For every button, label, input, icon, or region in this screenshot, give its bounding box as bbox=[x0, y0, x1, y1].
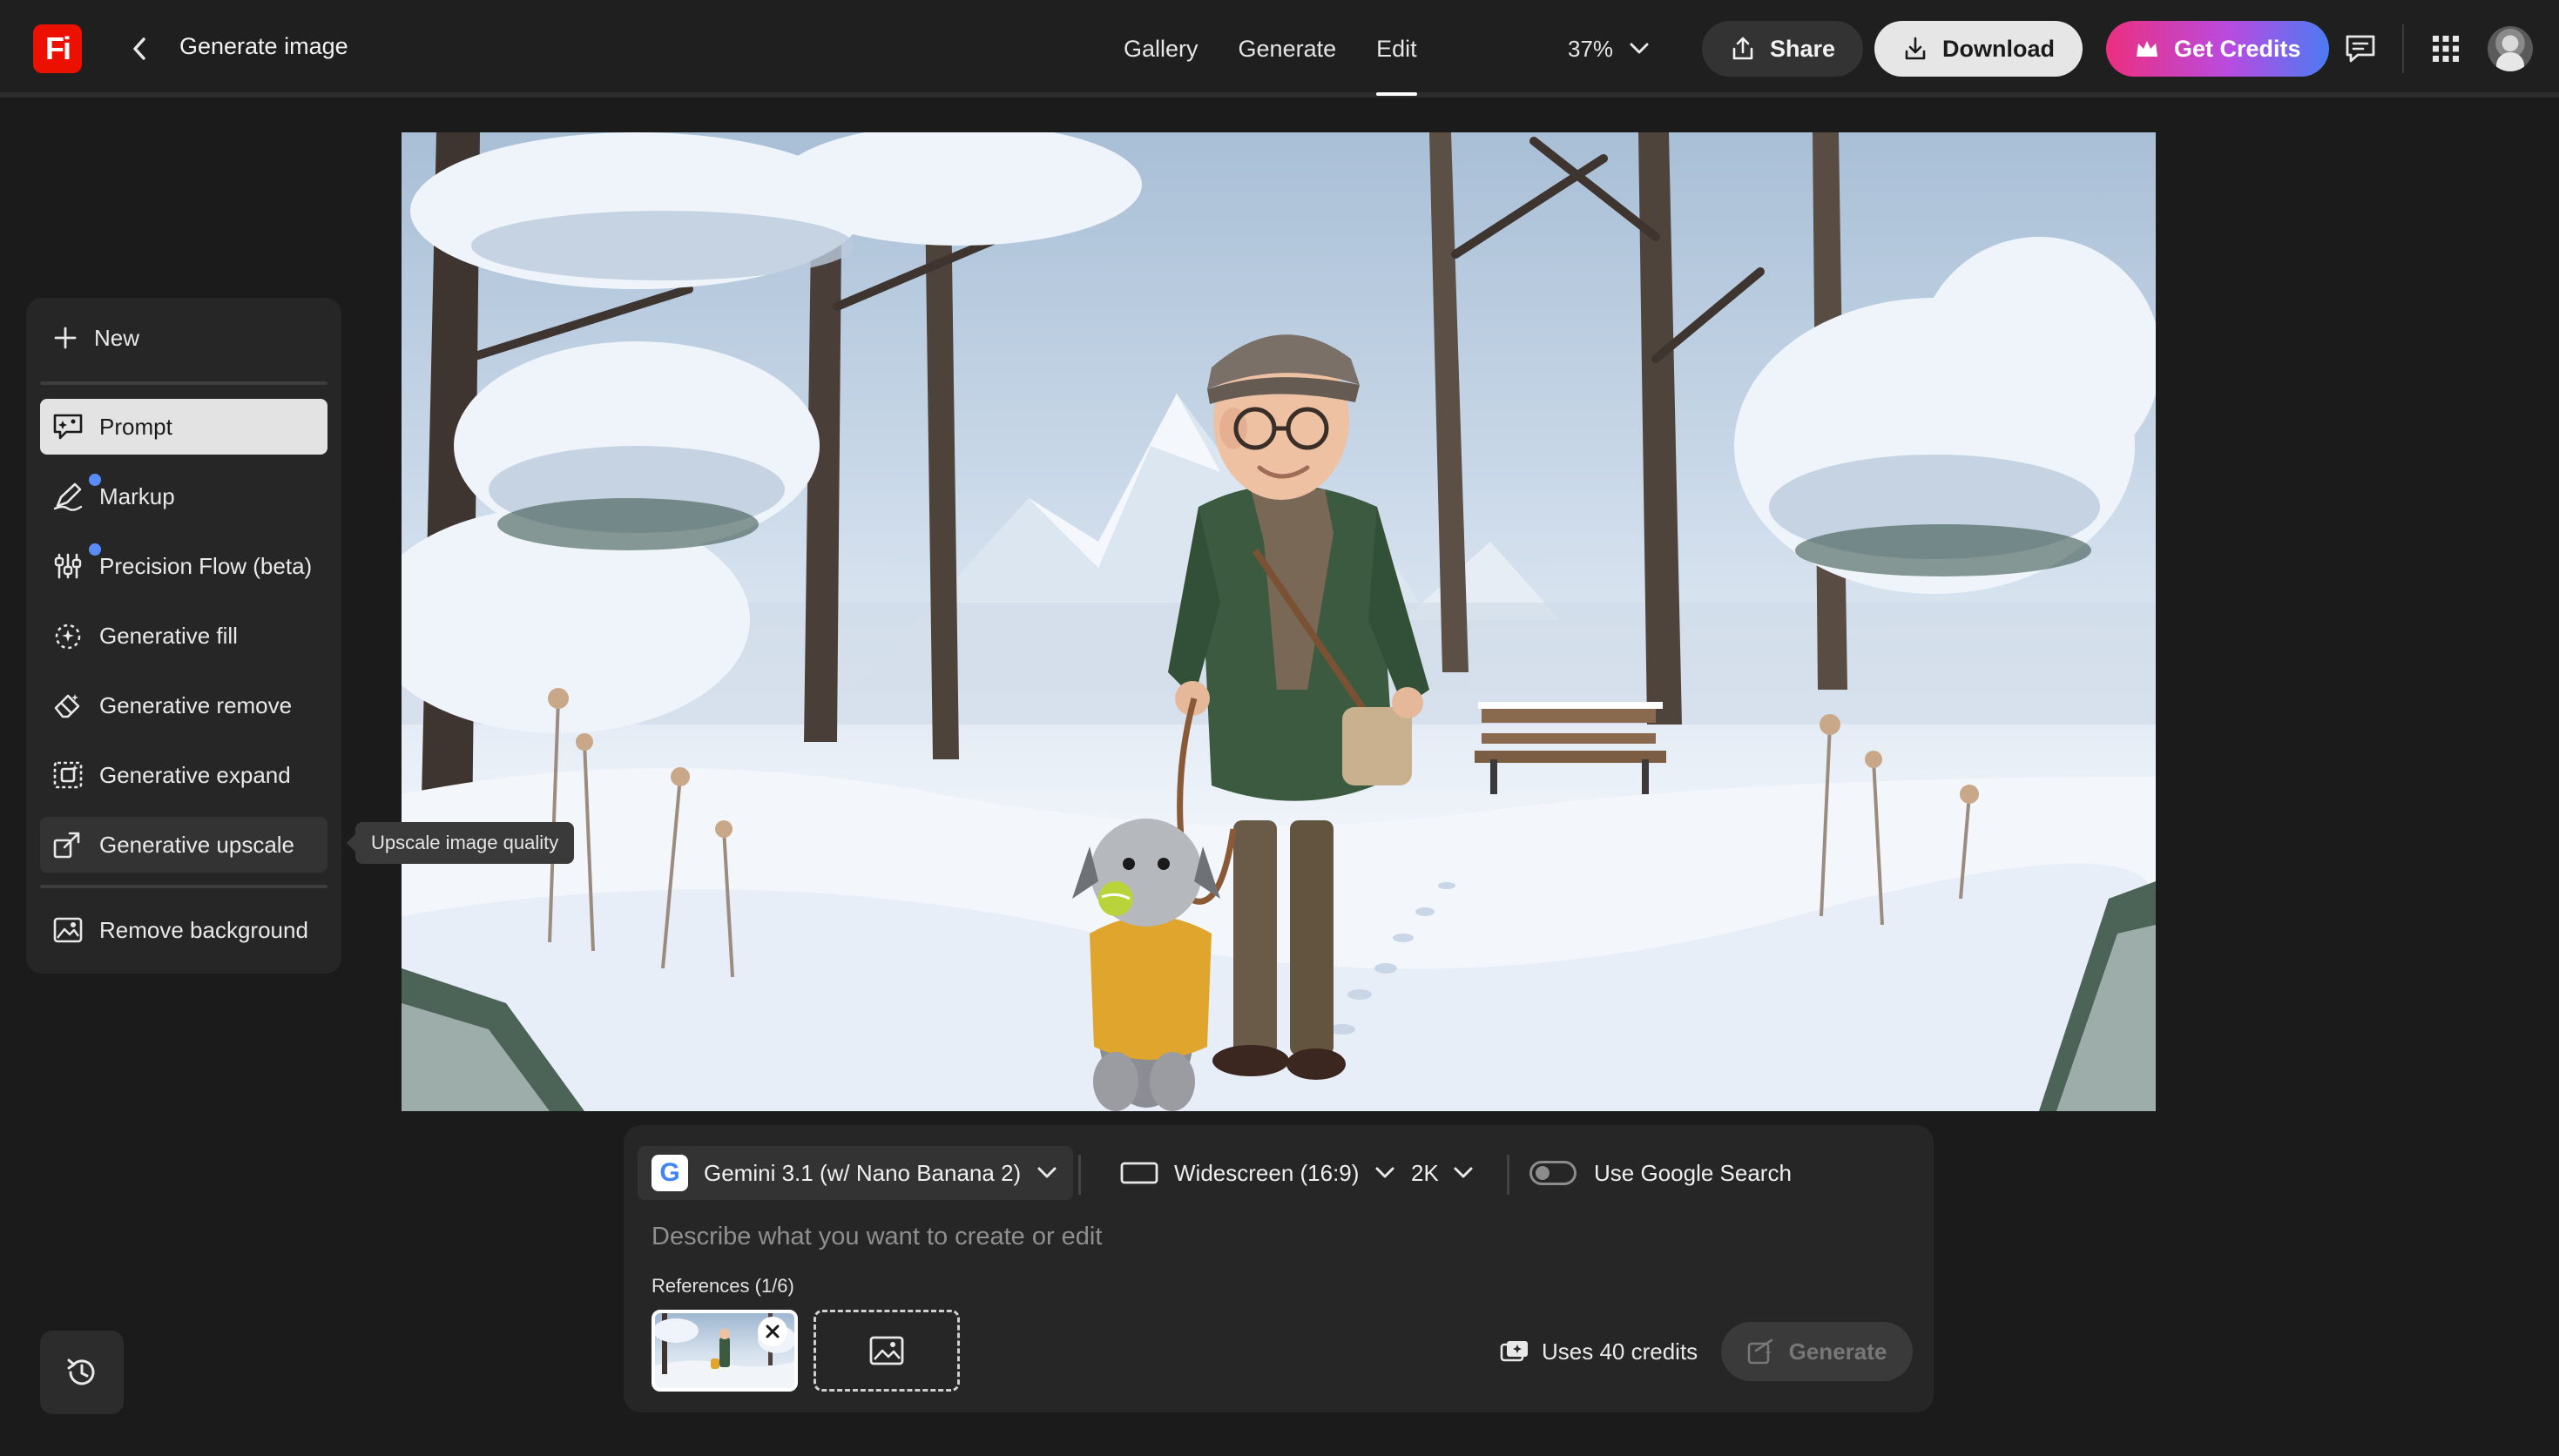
history-button[interactable] bbox=[40, 1331, 124, 1414]
tool-precision-flow[interactable]: Precision Flow (beta) bbox=[40, 538, 327, 594]
history-icon bbox=[67, 1358, 95, 1385]
tool-panel: New Prompt Markup Precision Flow (beta) bbox=[26, 298, 341, 974]
zoom-level: 37% bbox=[1568, 35, 1614, 62]
remove-reference-button[interactable] bbox=[758, 1317, 787, 1346]
page-title: Generate image bbox=[179, 33, 348, 59]
zoom-select[interactable]: 37% bbox=[1568, 26, 1650, 71]
tool-remove-background[interactable]: Remove background bbox=[40, 902, 327, 958]
tool-label: Generative remove bbox=[99, 691, 293, 718]
widescreen-icon bbox=[1120, 1162, 1158, 1184]
eraser-icon bbox=[54, 694, 80, 718]
chevron-down-icon bbox=[1454, 1167, 1473, 1178]
model-select[interactable]: G Gemini 3.1 (w/ Nano Banana 2) bbox=[638, 1146, 1074, 1200]
plus-icon bbox=[54, 327, 77, 349]
apps-button[interactable] bbox=[2423, 26, 2468, 71]
chevron-down-icon bbox=[1375, 1167, 1394, 1178]
panel-divider bbox=[1507, 1155, 1509, 1195]
back-button[interactable] bbox=[122, 30, 157, 68]
tool-label: Generative fill bbox=[99, 622, 238, 649]
feedback-button[interactable] bbox=[2338, 26, 2383, 71]
upscale-tooltip: Upscale image quality bbox=[346, 822, 575, 864]
google-search-toggle-row[interactable]: Use Google Search bbox=[1529, 1146, 1792, 1200]
generate-button[interactable]: Generate bbox=[1721, 1322, 1913, 1381]
tool-label: Generative expand bbox=[99, 761, 291, 788]
new-label: New bbox=[94, 324, 140, 351]
share-label: Share bbox=[1770, 35, 1836, 62]
upscale-icon bbox=[53, 832, 80, 859]
image-icon bbox=[869, 1336, 904, 1365]
user-avatar[interactable] bbox=[2488, 26, 2533, 71]
references-label: References (1/6) bbox=[652, 1275, 794, 1297]
aspect-ratio-select[interactable]: Widescreen (16:9) bbox=[1120, 1146, 1395, 1200]
canvas-image[interactable] bbox=[402, 132, 2156, 1111]
add-reference-button[interactable] bbox=[814, 1310, 960, 1392]
tool-divider bbox=[40, 381, 327, 385]
share-icon bbox=[1732, 37, 1753, 60]
tool-label: Remove background bbox=[99, 916, 308, 943]
download-icon bbox=[1905, 37, 1926, 60]
credits-text: Uses 40 credits bbox=[1542, 1338, 1698, 1365]
generate-icon bbox=[1747, 1338, 1772, 1365]
markup-icon bbox=[53, 482, 83, 511]
close-icon bbox=[766, 1325, 780, 1338]
comment-icon bbox=[2346, 35, 2375, 63]
google-search-label: Use Google Search bbox=[1594, 1159, 1792, 1186]
tool-markup[interactable]: Markup bbox=[40, 468, 327, 524]
resolution-select[interactable]: 2K bbox=[1411, 1146, 1474, 1200]
new-button[interactable]: New bbox=[40, 310, 327, 366]
chevron-down-icon bbox=[1037, 1167, 1057, 1178]
get-credits-label: Get Credits bbox=[2174, 35, 2301, 62]
aspect-ratio-label: Widescreen (16:9) bbox=[1174, 1159, 1360, 1186]
tool-label: Precision Flow (beta) bbox=[99, 552, 313, 579]
expand-icon bbox=[53, 761, 83, 789]
tool-generative-upscale[interactable]: Generative upscale bbox=[40, 817, 327, 873]
tool-label: Generative upscale bbox=[99, 831, 295, 858]
chevron-down-icon bbox=[1630, 43, 1649, 54]
chevron-left-icon bbox=[133, 37, 145, 60]
tool-generative-expand[interactable]: Generative expand bbox=[40, 747, 327, 803]
remove-background-icon bbox=[53, 917, 83, 943]
generative-fill-icon bbox=[55, 624, 81, 650]
tab-edit[interactable]: Edit bbox=[1376, 0, 1417, 98]
tool-divider bbox=[40, 885, 327, 888]
credits-icon bbox=[1500, 1341, 1528, 1362]
google-search-toggle[interactable] bbox=[1529, 1161, 1577, 1185]
crown-icon bbox=[2137, 41, 2157, 57]
main-nav: Gallery Generate Edit bbox=[1124, 0, 1457, 98]
google-logo-icon: G bbox=[652, 1155, 688, 1191]
snowy-forest-scene bbox=[402, 132, 2156, 1111]
new-feature-dot bbox=[89, 474, 101, 486]
prompt-input[interactable] bbox=[652, 1212, 1906, 1261]
model-name: Gemini 3.1 (w/ Nano Banana 2) bbox=[704, 1159, 1022, 1186]
tool-label: Markup bbox=[99, 482, 175, 509]
tool-generative-remove[interactable]: Generative remove bbox=[40, 677, 327, 733]
tab-generate[interactable]: Generate bbox=[1239, 0, 1337, 98]
download-button[interactable]: Download bbox=[1874, 21, 2083, 77]
apps-grid-icon bbox=[2433, 36, 2459, 62]
generate-label: Generate bbox=[1788, 1338, 1887, 1365]
tool-label: Prompt bbox=[99, 413, 172, 440]
prompt-panel: G Gemini 3.1 (w/ Nano Banana 2) Widescre… bbox=[624, 1125, 1934, 1412]
download-label: Download bbox=[1942, 35, 2055, 62]
park-bench bbox=[1475, 702, 1666, 794]
firefly-logo-icon[interactable]: Fi bbox=[33, 24, 82, 73]
sliders-icon bbox=[54, 553, 82, 579]
credits-info: Uses 40 credits bbox=[1500, 1331, 1698, 1372]
share-button[interactable]: Share bbox=[1702, 21, 1864, 77]
tool-generative-fill[interactable]: Generative fill bbox=[40, 608, 327, 664]
top-bar: Fi Generate image Gallery Generate Edit … bbox=[0, 0, 2559, 98]
prompt-icon bbox=[53, 414, 83, 440]
panel-divider bbox=[1078, 1155, 1081, 1195]
new-feature-dot bbox=[89, 543, 101, 556]
resolution-label: 2K bbox=[1411, 1159, 1439, 1186]
top-divider bbox=[2402, 24, 2404, 73]
get-credits-button[interactable]: Get Credits bbox=[2106, 21, 2329, 77]
tool-prompt[interactable]: Prompt bbox=[40, 399, 327, 455]
tab-gallery[interactable]: Gallery bbox=[1124, 0, 1198, 98]
